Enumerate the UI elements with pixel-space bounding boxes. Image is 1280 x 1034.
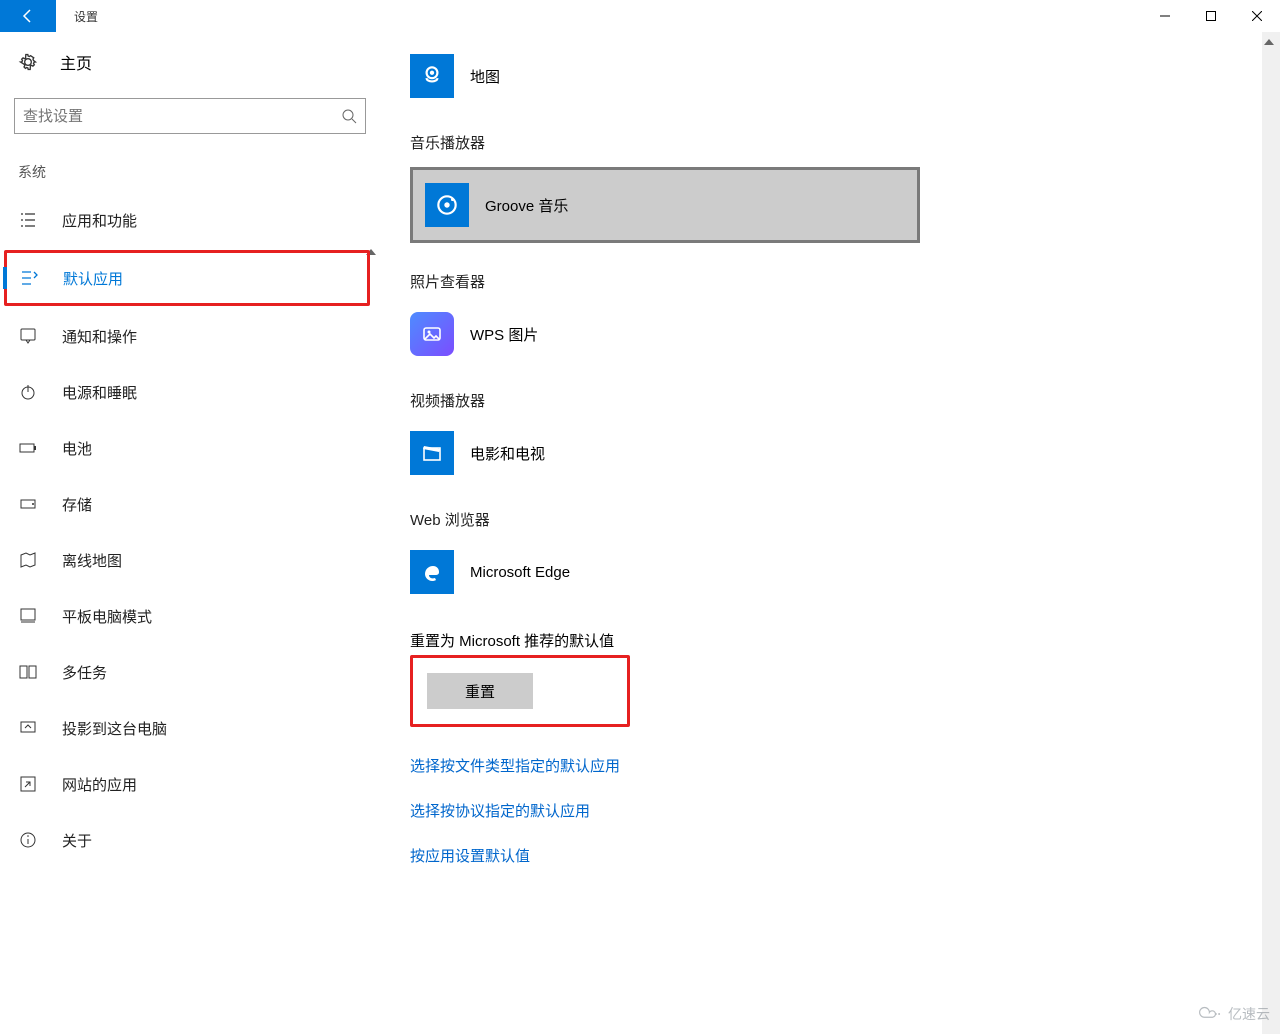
- sidebar-item-label: 存储: [62, 494, 92, 515]
- reset-section-title: 重置为 Microsoft 推荐的默认值: [410, 630, 1280, 651]
- sidebar-item-project[interactable]: 投影到这台电脑: [0, 700, 380, 756]
- sidebar-item-about[interactable]: 关于: [0, 812, 380, 868]
- edge-app-name: Microsoft Edge: [470, 564, 570, 581]
- web-section-title: Web 浏览器: [410, 509, 1280, 530]
- back-button[interactable]: [0, 0, 56, 32]
- window-controls: [1142, 0, 1280, 32]
- content-scrollbar[interactable]: [1262, 32, 1280, 1034]
- map-icon: [18, 550, 38, 570]
- movies-app-icon: [410, 431, 454, 475]
- list-icon: [18, 210, 38, 230]
- default-video-row[interactable]: 电影和电视: [410, 425, 910, 481]
- sidebar-item-label: 多任务: [62, 662, 107, 683]
- sidebar-item-label: 应用和功能: [62, 210, 137, 231]
- movies-app-name: 电影和电视: [470, 443, 545, 464]
- music-section-title: 音乐播放器: [410, 132, 1280, 153]
- watermark-icon: [1198, 1005, 1224, 1023]
- content-area: 地图 音乐播放器 Groove 音乐 照片查看器 WPS 图片 视频播放器 电影…: [380, 32, 1280, 1034]
- sidebar-item-label: 网站的应用: [62, 774, 137, 795]
- sidebar-item-tablet-mode[interactable]: 平板电脑模式: [0, 588, 380, 644]
- notification-icon: [18, 326, 38, 346]
- default-apps-icon: [19, 268, 39, 288]
- sidebar-item-label: 离线地图: [62, 550, 122, 571]
- window-title: 设置: [74, 8, 98, 25]
- gear-icon: [18, 52, 38, 72]
- project-icon: [18, 718, 38, 738]
- link-choose-by-filetype[interactable]: 选择按文件类型指定的默认应用: [410, 755, 620, 776]
- sidebar-item-label: 平板电脑模式: [62, 606, 152, 627]
- sidebar: 主页 系统 应用和功能 默认应用 通知和操作 电源和睡眠 电池: [0, 32, 380, 1034]
- sidebar-item-battery[interactable]: 电池: [0, 420, 380, 476]
- sidebar-item-notifications[interactable]: 通知和操作: [0, 308, 380, 364]
- sidebar-item-offline-maps[interactable]: 离线地图: [0, 532, 380, 588]
- maps-app-name: 地图: [470, 66, 500, 87]
- maximize-icon: [1206, 11, 1216, 21]
- video-section-title: 视频播放器: [410, 390, 1280, 411]
- sidebar-item-apps-features[interactable]: 应用和功能: [0, 192, 380, 248]
- wps-photo-app-name: WPS 图片: [470, 324, 538, 345]
- sidebar-item-website-apps[interactable]: 网站的应用: [0, 756, 380, 812]
- search-input-wrap[interactable]: [14, 98, 366, 134]
- multitask-icon: [18, 662, 38, 682]
- sidebar-item-label: 电源和睡眠: [62, 382, 137, 403]
- sidebar-item-power[interactable]: 电源和睡眠: [0, 364, 380, 420]
- sidebar-item-label: 关于: [62, 830, 92, 851]
- content-scroll-up[interactable]: [1260, 32, 1278, 52]
- default-photo-row[interactable]: WPS 图片: [410, 306, 910, 362]
- open-icon: [18, 774, 38, 794]
- watermark-text: 亿速云: [1228, 1004, 1270, 1024]
- default-music-row[interactable]: Groove 音乐: [410, 167, 920, 243]
- search-icon: [341, 108, 357, 124]
- reset-highlight-box: 重置: [410, 655, 630, 727]
- section-label: 系统: [0, 152, 380, 192]
- maps-app-icon: [410, 54, 454, 98]
- minimize-button[interactable]: [1142, 0, 1188, 32]
- sidebar-item-label: 默认应用: [63, 268, 123, 289]
- link-choose-by-protocol[interactable]: 选择按协议指定的默认应用: [410, 800, 590, 821]
- photo-section-title: 照片查看器: [410, 271, 1280, 292]
- info-icon: [18, 830, 38, 850]
- reset-button[interactable]: 重置: [427, 673, 533, 709]
- default-maps-row[interactable]: 地图: [410, 48, 910, 104]
- sidebar-item-multitask[interactable]: 多任务: [0, 644, 380, 700]
- groove-app-name: Groove 音乐: [485, 195, 568, 216]
- watermark: 亿速云: [1198, 1004, 1270, 1024]
- storage-icon: [18, 494, 38, 514]
- wps-photo-app-icon: [410, 312, 454, 356]
- tablet-icon: [18, 606, 38, 626]
- arrow-left-icon: [20, 8, 36, 24]
- battery-icon: [18, 438, 38, 458]
- edge-app-icon: [410, 550, 454, 594]
- titlebar: 设置: [0, 0, 1280, 32]
- minimize-icon: [1160, 11, 1170, 21]
- close-button[interactable]: [1234, 0, 1280, 32]
- default-web-row[interactable]: Microsoft Edge: [410, 544, 910, 600]
- groove-app-icon: [425, 183, 469, 227]
- sidebar-item-label: 通知和操作: [62, 326, 137, 347]
- sidebar-item-label: 电池: [62, 438, 92, 459]
- maximize-button[interactable]: [1188, 0, 1234, 32]
- sidebar-item-default-apps[interactable]: 默认应用: [4, 250, 370, 306]
- close-icon: [1252, 11, 1262, 21]
- power-icon: [18, 382, 38, 402]
- sidebar-item-storage[interactable]: 存储: [0, 476, 380, 532]
- home-button[interactable]: 主页: [0, 32, 380, 92]
- home-label: 主页: [60, 50, 92, 74]
- sidebar-item-label: 投影到这台电脑: [62, 718, 167, 739]
- link-set-by-app[interactable]: 按应用设置默认值: [410, 845, 530, 866]
- search-input[interactable]: [23, 108, 341, 125]
